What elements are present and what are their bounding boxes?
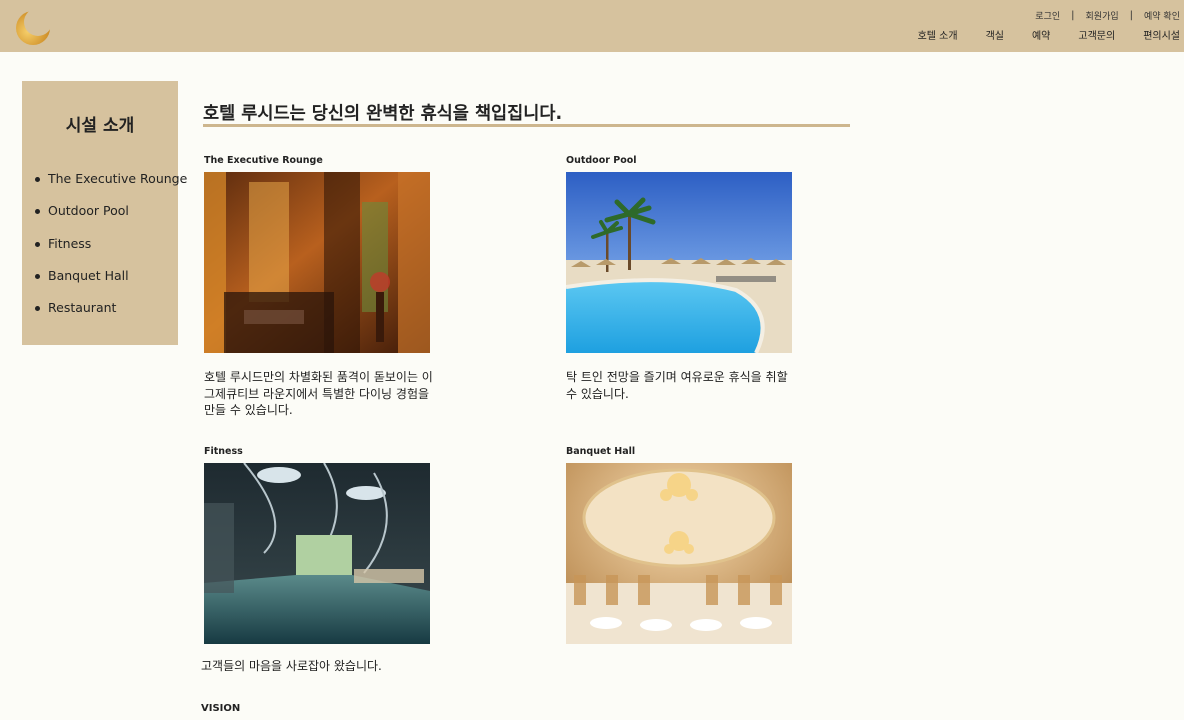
banquet-hall-image <box>566 463 792 644</box>
executive-rounge-image <box>204 172 430 353</box>
signup-link[interactable]: 회원가입 <box>1086 9 1119 22</box>
card-title-executive-rounge: The Executive Rounge <box>204 155 323 166</box>
sidebar-item-executive-rounge[interactable]: The Executive Rounge <box>34 169 187 201</box>
separator: | <box>1129 10 1134 21</box>
separator: | <box>1071 10 1075 21</box>
utility-nav: 로그인 | 회원가입 | 예약 확인 <box>1035 9 1180 22</box>
nav-reservation[interactable]: 예약 <box>1032 27 1050 42</box>
main-nav: 호텔 소개 객실 예약 고객문의 편의시설 <box>918 27 1180 42</box>
site-header: 로그인 | 회원가입 | 예약 확인 호텔 소개 객실 예약 고객문의 편의시설 <box>0 0 1184 52</box>
nav-rooms[interactable]: 객실 <box>986 27 1004 42</box>
card-title-banquet-hall: Banquet Hall <box>566 446 636 457</box>
login-link[interactable]: 로그인 <box>1035 9 1060 22</box>
card-title-fitness: Fitness <box>204 446 243 457</box>
crescent-moon-icon[interactable] <box>14 8 52 46</box>
sidebar-title: 시설 소개 <box>65 116 135 136</box>
sidebar-item-outdoor-pool[interactable]: Outdoor Pool <box>34 201 187 233</box>
intro-text-line: 고객들의 마음을 사로잡아 왔습니다. <box>201 659 382 673</box>
sidebar-item-banquet-hall[interactable]: Banquet Hall <box>34 266 187 298</box>
reservation-check-link[interactable]: 예약 확인 <box>1144 9 1180 22</box>
outdoor-pool-image <box>566 172 792 353</box>
card-desc-executive-rounge: 호텔 루시드만의 차별화된 품격이 돋보이는 이그제큐티브 라운지에서 특별한 … <box>204 370 433 417</box>
card-title-outdoor-pool: Outdoor Pool <box>566 155 637 166</box>
page-headline: 호텔 루시드는 당신의 완벽한 휴식을 책입집니다. <box>203 104 563 124</box>
nav-customer-inquiry[interactable]: 고객문의 <box>1078 27 1115 42</box>
nav-hotel-intro[interactable]: 호텔 소개 <box>918 27 958 42</box>
nav-facilities[interactable]: 편의시설 <box>1143 27 1180 42</box>
headline-underline <box>203 124 850 127</box>
card-desc-outdoor-pool: 탁 트인 전망을 즐기며 여유로운 휴식을 취할 수 있습니다. <box>566 370 788 401</box>
sidebar-item-fitness[interactable]: Fitness <box>34 234 187 266</box>
vision-heading: VISION <box>201 703 241 714</box>
fitness-image <box>204 463 430 644</box>
sidebar-item-restaurant[interactable]: Restaurant <box>34 298 187 330</box>
facility-sidebar: 시설 소개 The Executive Rounge Outdoor Pool … <box>22 81 187 345</box>
sidebar-menu: The Executive Rounge Outdoor Pool Fitnes… <box>34 169 187 330</box>
